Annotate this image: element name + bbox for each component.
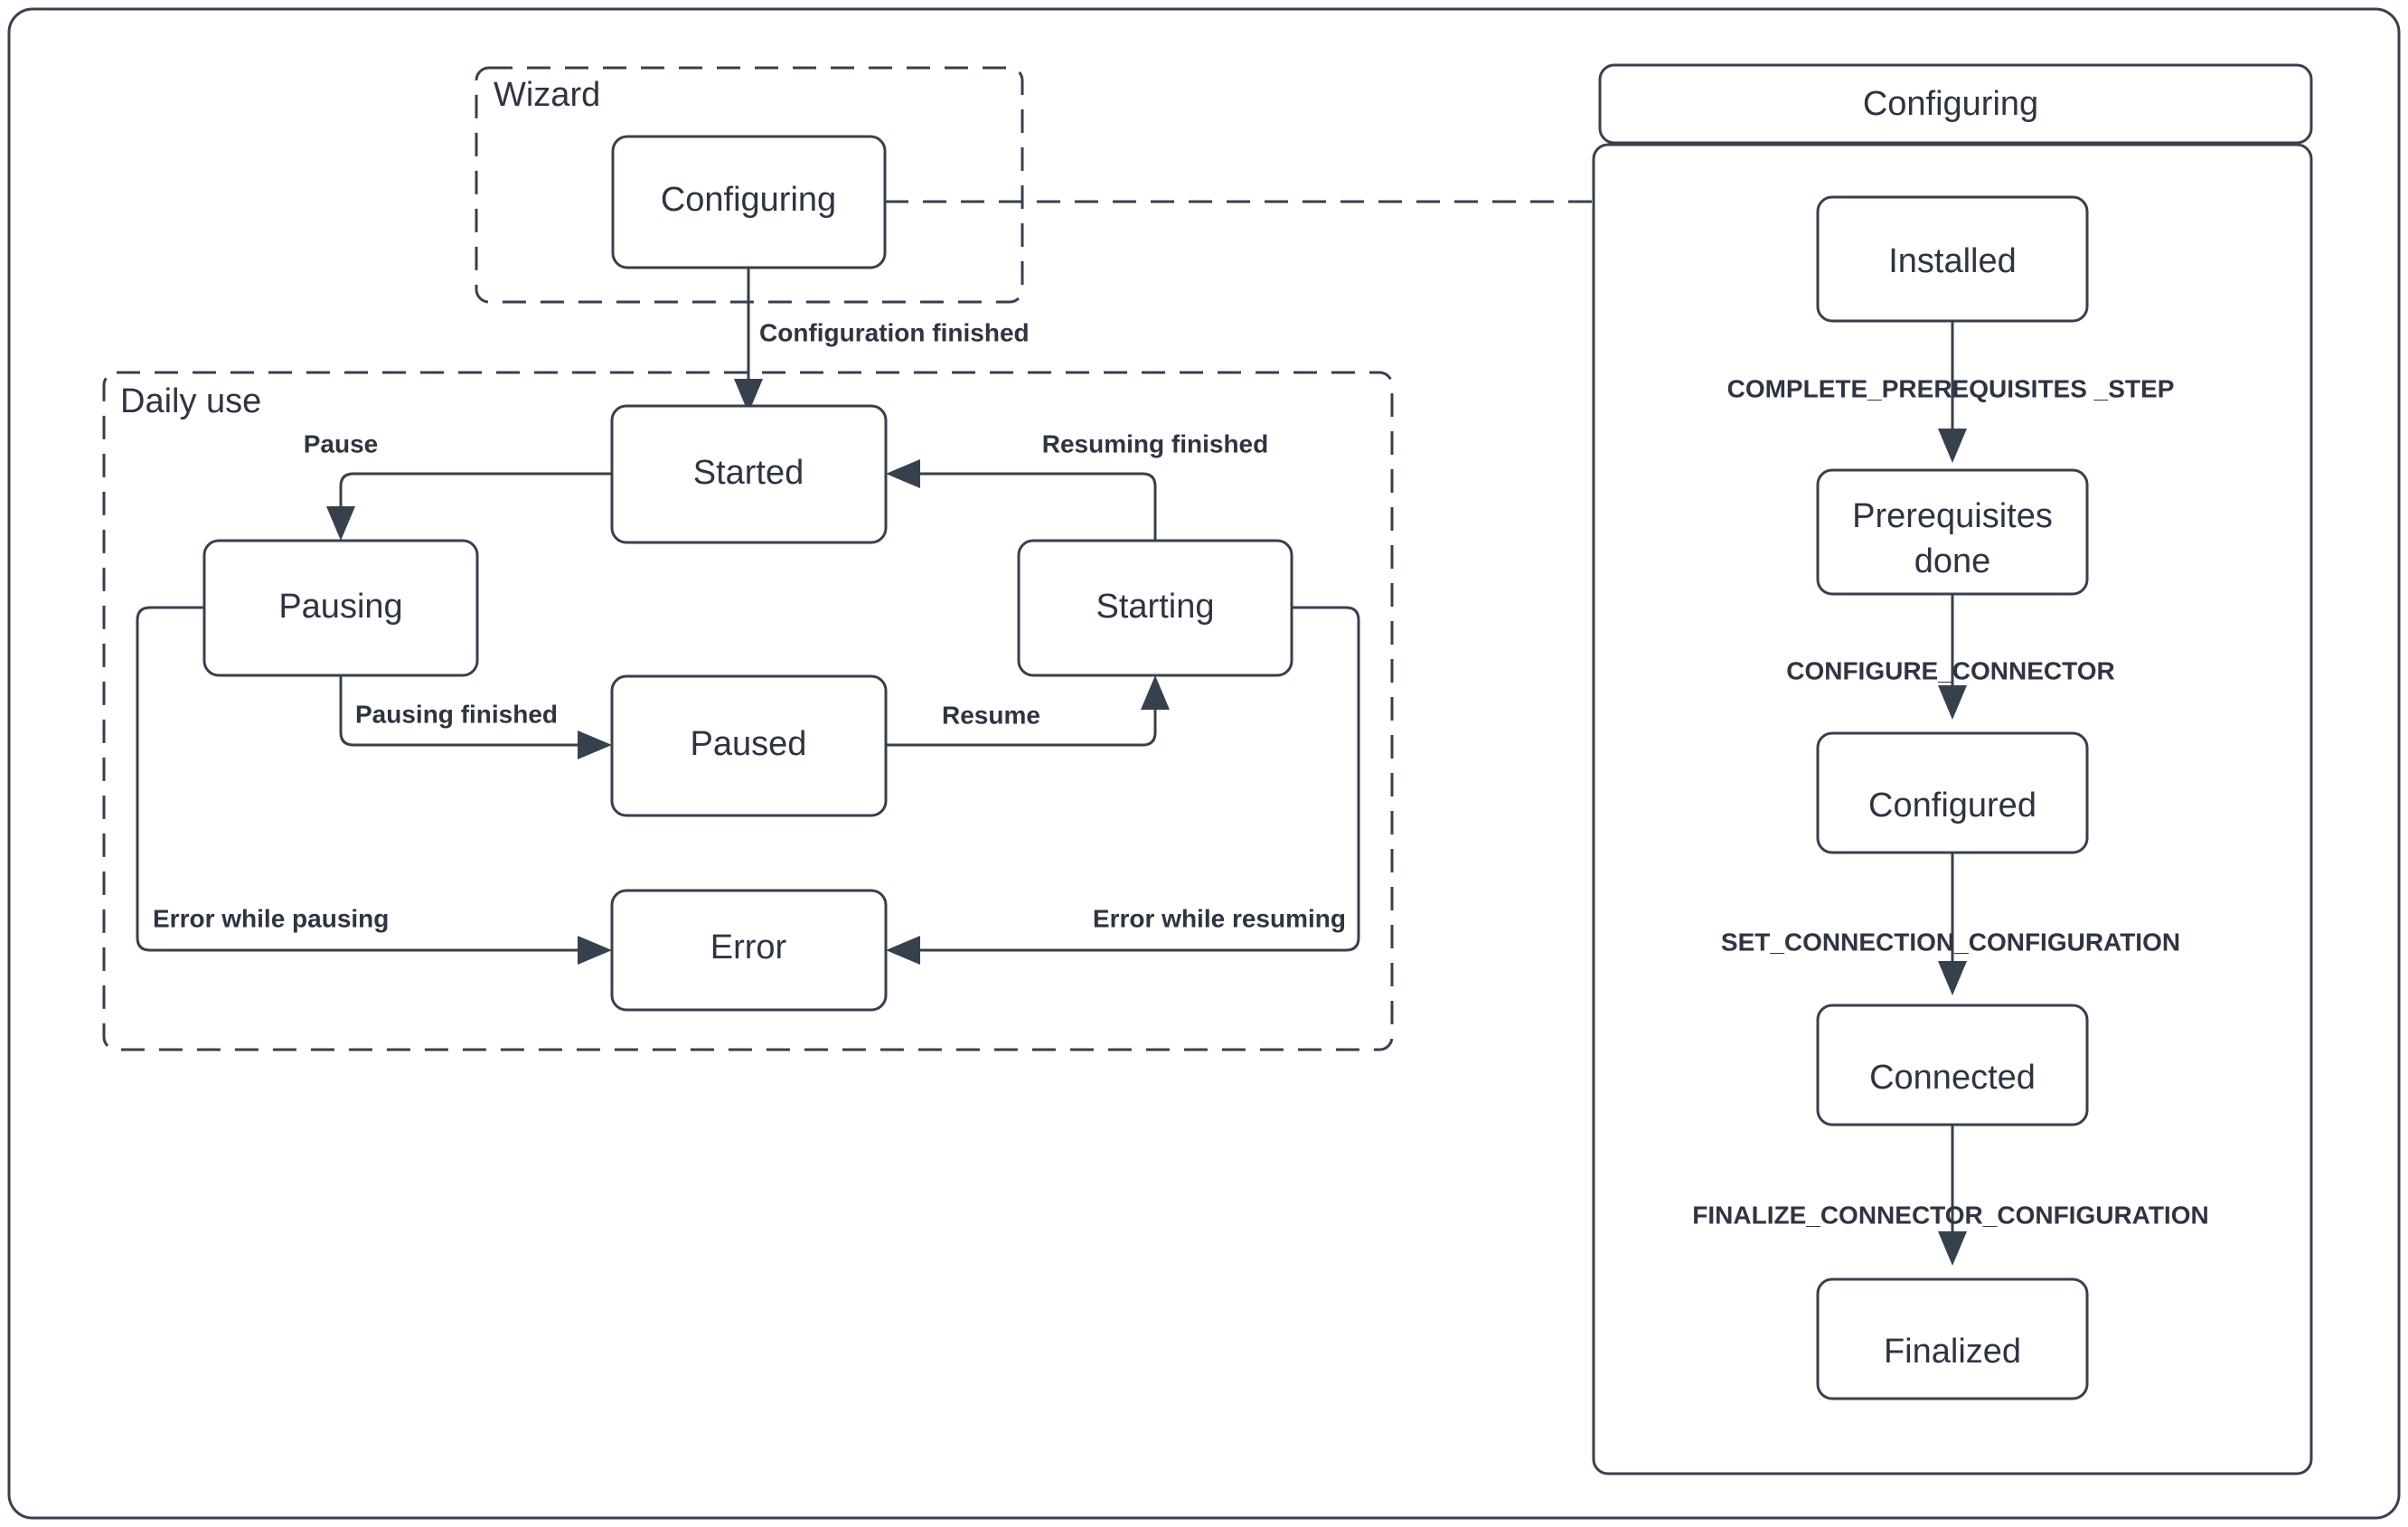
state-diagram-canvas: Wizard Configuring Configuration finishe… [0,0,2408,1527]
edge-label-set-connection-configuration: SET_CONNECTION_CONFIGURATION [1721,928,2180,956]
state-configuring-label: Configuring [661,181,836,219]
group-daily-use-title: Daily use [120,382,261,420]
edge-label-finalize-connector-configuration: FINALIZE_CONNECTOR_CONFIGURATION [1692,1201,2208,1229]
panel-state-finalized-label: Finalized [1884,1333,2021,1371]
edge-label-pausing-finished: Pausing finished [355,700,558,728]
diagram-svg: Wizard Configuring Configuration finishe… [7,7,2401,1520]
panel-state-configured-label: Configured [1868,787,2036,825]
panel-state-prerequisites-done-label-line2: done [1914,542,1991,580]
panel-state-prerequisites-done-label-line1: Prerequisites [1852,497,2053,535]
state-pausing-label: Pausing [278,588,402,626]
edge-label-configuration-finished: Configuration finished [759,318,1030,346]
state-paused-label: Paused [691,725,807,763]
panel-configuring-title: Configuring [1863,85,2038,123]
edge-label-error-while-resuming: Error while resuming [1093,904,1346,932]
edge-label-resume: Resume [942,701,1040,729]
state-error-label: Error [710,928,787,966]
group-wizard-title: Wizard [494,76,600,114]
edge-label-configure-connector: CONFIGURE_CONNECTOR [1786,656,2115,684]
edge-label-complete-prerequisites-step: COMPLETE_PREREQUISITES _STEP [1727,374,2175,402]
state-starting-label: Starting [1096,588,1215,626]
panel-state-installed-label: Installed [1888,242,2017,280]
state-started-label: Started [693,454,804,492]
edge-label-pause: Pause [304,429,379,457]
edge-label-resuming-finished: Resuming finished [1042,429,1268,457]
edge-label-error-while-pausing: Error while pausing [153,904,389,932]
panel-state-connected-label: Connected [1869,1059,2036,1097]
